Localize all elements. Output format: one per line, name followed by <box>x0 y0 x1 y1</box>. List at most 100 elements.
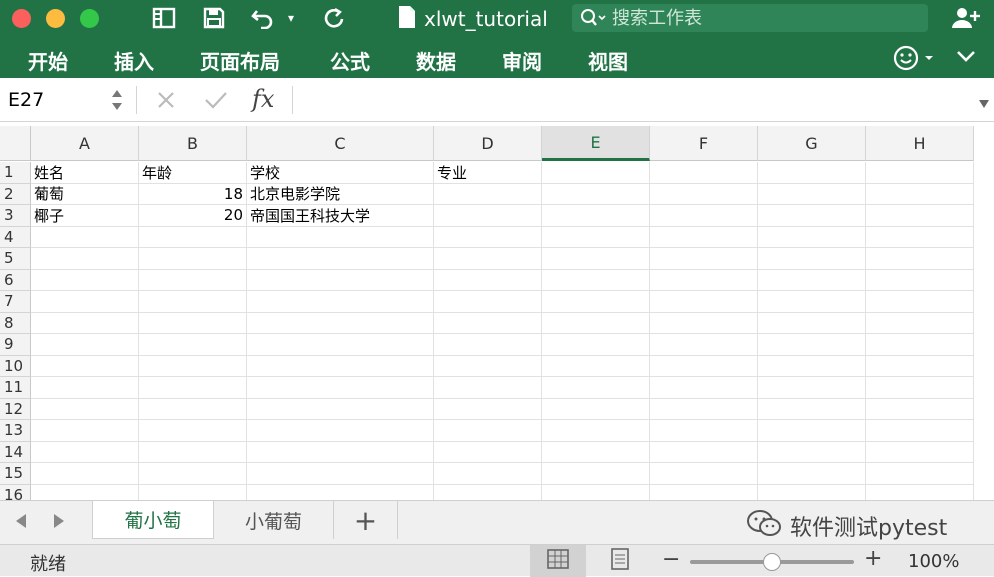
cell-d7[interactable] <box>434 291 542 313</box>
cell-b10[interactable] <box>139 355 247 377</box>
cell-g6[interactable] <box>758 269 866 291</box>
zoom-out-button[interactable]: − <box>662 547 680 572</box>
sheet-tab-2[interactable]: 小葡萄 <box>214 501 334 539</box>
tab-formulas[interactable]: 公式 <box>330 46 370 75</box>
search-box[interactable] <box>572 4 928 32</box>
add-sheet-button[interactable]: + <box>334 501 398 539</box>
redo-icon[interactable] <box>320 4 348 32</box>
save-icon[interactable] <box>200 4 228 32</box>
cell-g10[interactable] <box>758 355 866 377</box>
cell-f1[interactable] <box>650 162 758 184</box>
cell-h10[interactable] <box>866 355 974 377</box>
row-header-10[interactable]: 10 <box>0 355 31 377</box>
cell-h11[interactable] <box>866 377 974 399</box>
cell-b16[interactable] <box>139 484 247 500</box>
row-header-13[interactable]: 13 <box>0 420 31 442</box>
cell-f2[interactable] <box>650 183 758 205</box>
cell-d9[interactable] <box>434 334 542 356</box>
cell-c9[interactable] <box>247 334 434 356</box>
cell-b15[interactable] <box>139 463 247 485</box>
cell-c1[interactable]: 学校 <box>247 162 434 184</box>
cell-f9[interactable] <box>650 334 758 356</box>
row-header-7[interactable]: 7 <box>0 291 31 313</box>
cell-d12[interactable] <box>434 398 542 420</box>
cell-g14[interactable] <box>758 441 866 463</box>
column-header-f[interactable]: F <box>650 126 758 161</box>
cell-g11[interactable] <box>758 377 866 399</box>
cell-g13[interactable] <box>758 420 866 442</box>
tab-insert[interactable]: 插入 <box>114 46 154 75</box>
column-header-a[interactable]: A <box>31 126 139 161</box>
cell-b13[interactable] <box>139 420 247 442</box>
column-header-g[interactable]: G <box>758 126 866 161</box>
share-user-icon[interactable] <box>950 4 982 32</box>
cell-b3[interactable]: 20 <box>139 205 247 227</box>
row-header-8[interactable]: 8 <box>0 312 31 334</box>
cell-c8[interactable] <box>247 312 434 334</box>
row-header-16[interactable]: 16 <box>0 484 31 500</box>
cell-g9[interactable] <box>758 334 866 356</box>
cell-h14[interactable] <box>866 441 974 463</box>
sidebar-toggle-icon[interactable] <box>150 4 178 32</box>
tab-review[interactable]: 审阅 <box>502 46 542 75</box>
cell-g8[interactable] <box>758 312 866 334</box>
zoom-slider-thumb[interactable] <box>763 553 781 571</box>
column-header-e[interactable]: E <box>542 126 650 161</box>
cell-g2[interactable] <box>758 183 866 205</box>
cell-f14[interactable] <box>650 441 758 463</box>
cell-a7[interactable] <box>31 291 139 313</box>
cell-h6[interactable] <box>866 269 974 291</box>
row-header-3[interactable]: 3 <box>0 205 31 227</box>
cell-g4[interactable] <box>758 226 866 248</box>
cell-f11[interactable] <box>650 377 758 399</box>
spreadsheet-grid[interactable]: A B C D E F G H 1 姓名 年龄 学校 专业 2 葡萄 18 北京电影学院 3 椰子 20 帝国国王科技大… <box>0 126 994 500</box>
cell-h12[interactable] <box>866 398 974 420</box>
cell-f16[interactable] <box>650 484 758 500</box>
column-header-c[interactable]: C <box>247 126 434 161</box>
cell-e10[interactable] <box>542 355 650 377</box>
cell-g15[interactable] <box>758 463 866 485</box>
cancel-icon[interactable] <box>156 90 176 114</box>
cell-c3[interactable]: 帝国国王科技大学 <box>247 205 434 227</box>
cell-a16[interactable] <box>31 484 139 500</box>
cell-g3[interactable] <box>758 205 866 227</box>
cell-c4[interactable] <box>247 226 434 248</box>
cell-a9[interactable] <box>31 334 139 356</box>
cell-b8[interactable] <box>139 312 247 334</box>
cell-e9[interactable] <box>542 334 650 356</box>
row-header-2[interactable]: 2 <box>0 183 31 205</box>
select-all-corner[interactable] <box>0 126 31 161</box>
formula-expand-icon[interactable] <box>978 94 990 113</box>
cell-e11[interactable] <box>542 377 650 399</box>
cell-f4[interactable] <box>650 226 758 248</box>
undo-icon[interactable] <box>248 4 278 32</box>
cell-h5[interactable] <box>866 248 974 270</box>
cell-g5[interactable] <box>758 248 866 270</box>
cell-b11[interactable] <box>139 377 247 399</box>
cell-e5[interactable] <box>542 248 650 270</box>
cell-g7[interactable] <box>758 291 866 313</box>
column-header-h[interactable]: H <box>866 126 974 161</box>
function-fx-icon[interactable]: fx <box>252 85 274 113</box>
row-header-6[interactable]: 6 <box>0 269 31 291</box>
cell-c15[interactable] <box>247 463 434 485</box>
prev-sheet-icon[interactable] <box>14 513 28 533</box>
cell-c16[interactable] <box>247 484 434 500</box>
formula-input[interactable] <box>300 86 960 114</box>
cell-e12[interactable] <box>542 398 650 420</box>
tab-view[interactable]: 视图 <box>588 46 628 75</box>
cell-a5[interactable] <box>31 248 139 270</box>
cell-a12[interactable] <box>31 398 139 420</box>
cell-d10[interactable] <box>434 355 542 377</box>
cell-h9[interactable] <box>866 334 974 356</box>
cell-e6[interactable] <box>542 269 650 291</box>
cell-b9[interactable] <box>139 334 247 356</box>
cell-f7[interactable] <box>650 291 758 313</box>
cell-c5[interactable] <box>247 248 434 270</box>
search-input[interactable] <box>612 7 892 29</box>
cell-a1[interactable]: 姓名 <box>31 162 139 184</box>
cell-e3[interactable] <box>542 205 650 227</box>
name-box-stepper-icon[interactable] <box>110 86 124 118</box>
cell-a13[interactable] <box>31 420 139 442</box>
cell-b6[interactable] <box>139 269 247 291</box>
